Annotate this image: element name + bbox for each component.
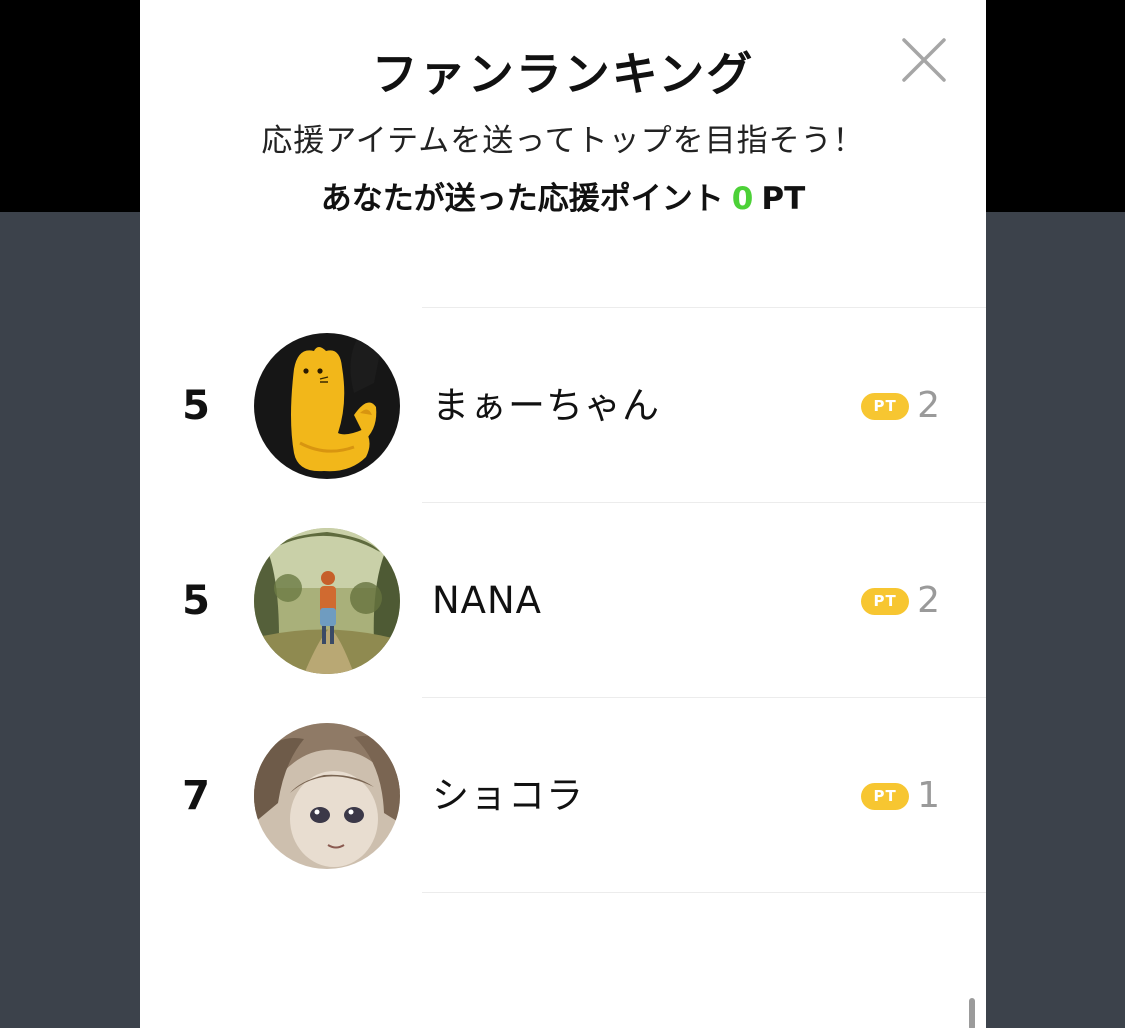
ranking-row[interactable]: 5 まぁーちゃん PT 2 bbox=[140, 308, 986, 503]
forest-path-girl-avatar bbox=[254, 528, 400, 674]
score-value: 2 bbox=[917, 385, 940, 426]
rank-number: 7 bbox=[182, 773, 210, 819]
modal-subtitle: 応援アイテムを送ってトップを目指そう！ bbox=[261, 123, 865, 159]
modal-title: ファンランキング bbox=[371, 47, 755, 101]
ranking-row[interactable]: 7 ショコラ PT 1 bbox=[140, 698, 986, 893]
score: PT 2 bbox=[861, 579, 940, 623]
anime-girl-sketch-avatar bbox=[254, 723, 400, 869]
pt-badge-icon: PT bbox=[861, 392, 910, 420]
fan-name: ショコラ bbox=[432, 774, 584, 817]
fan-name: NANA bbox=[432, 579, 542, 622]
divider bbox=[422, 892, 986, 893]
avatar[interactable] bbox=[254, 528, 400, 674]
score: PT 1 bbox=[861, 774, 940, 818]
sent-points-summary: あなたが送った応援ポイント 0 PT bbox=[140, 178, 986, 220]
pt-badge-icon: PT bbox=[861, 782, 910, 810]
yellow-cat-plush-avatar bbox=[254, 333, 400, 479]
sent-points-label: あなたが送った応援ポイント bbox=[320, 181, 724, 217]
avatar[interactable] bbox=[254, 333, 400, 479]
pt-badge-icon: PT bbox=[861, 587, 910, 615]
score: PT 2 bbox=[861, 384, 940, 428]
avatar[interactable] bbox=[254, 723, 400, 869]
fan-name: まぁーちゃん bbox=[432, 384, 660, 427]
rank-number: 5 bbox=[182, 578, 210, 624]
score-value: 2 bbox=[917, 580, 940, 621]
ranking-row[interactable]: 5 NANA PT 2 bbox=[140, 503, 986, 698]
sent-points-unit: PT bbox=[761, 181, 806, 217]
fan-ranking-modal: ファンランキング 応援アイテムを送ってトップを目指そう！ あなたが送った応援ポイ… bbox=[140, 0, 986, 1028]
score-value: 1 bbox=[917, 775, 940, 816]
scrollbar[interactable] bbox=[969, 998, 975, 1028]
sent-points-value: 0 bbox=[731, 181, 754, 217]
rank-number: 5 bbox=[182, 383, 210, 429]
